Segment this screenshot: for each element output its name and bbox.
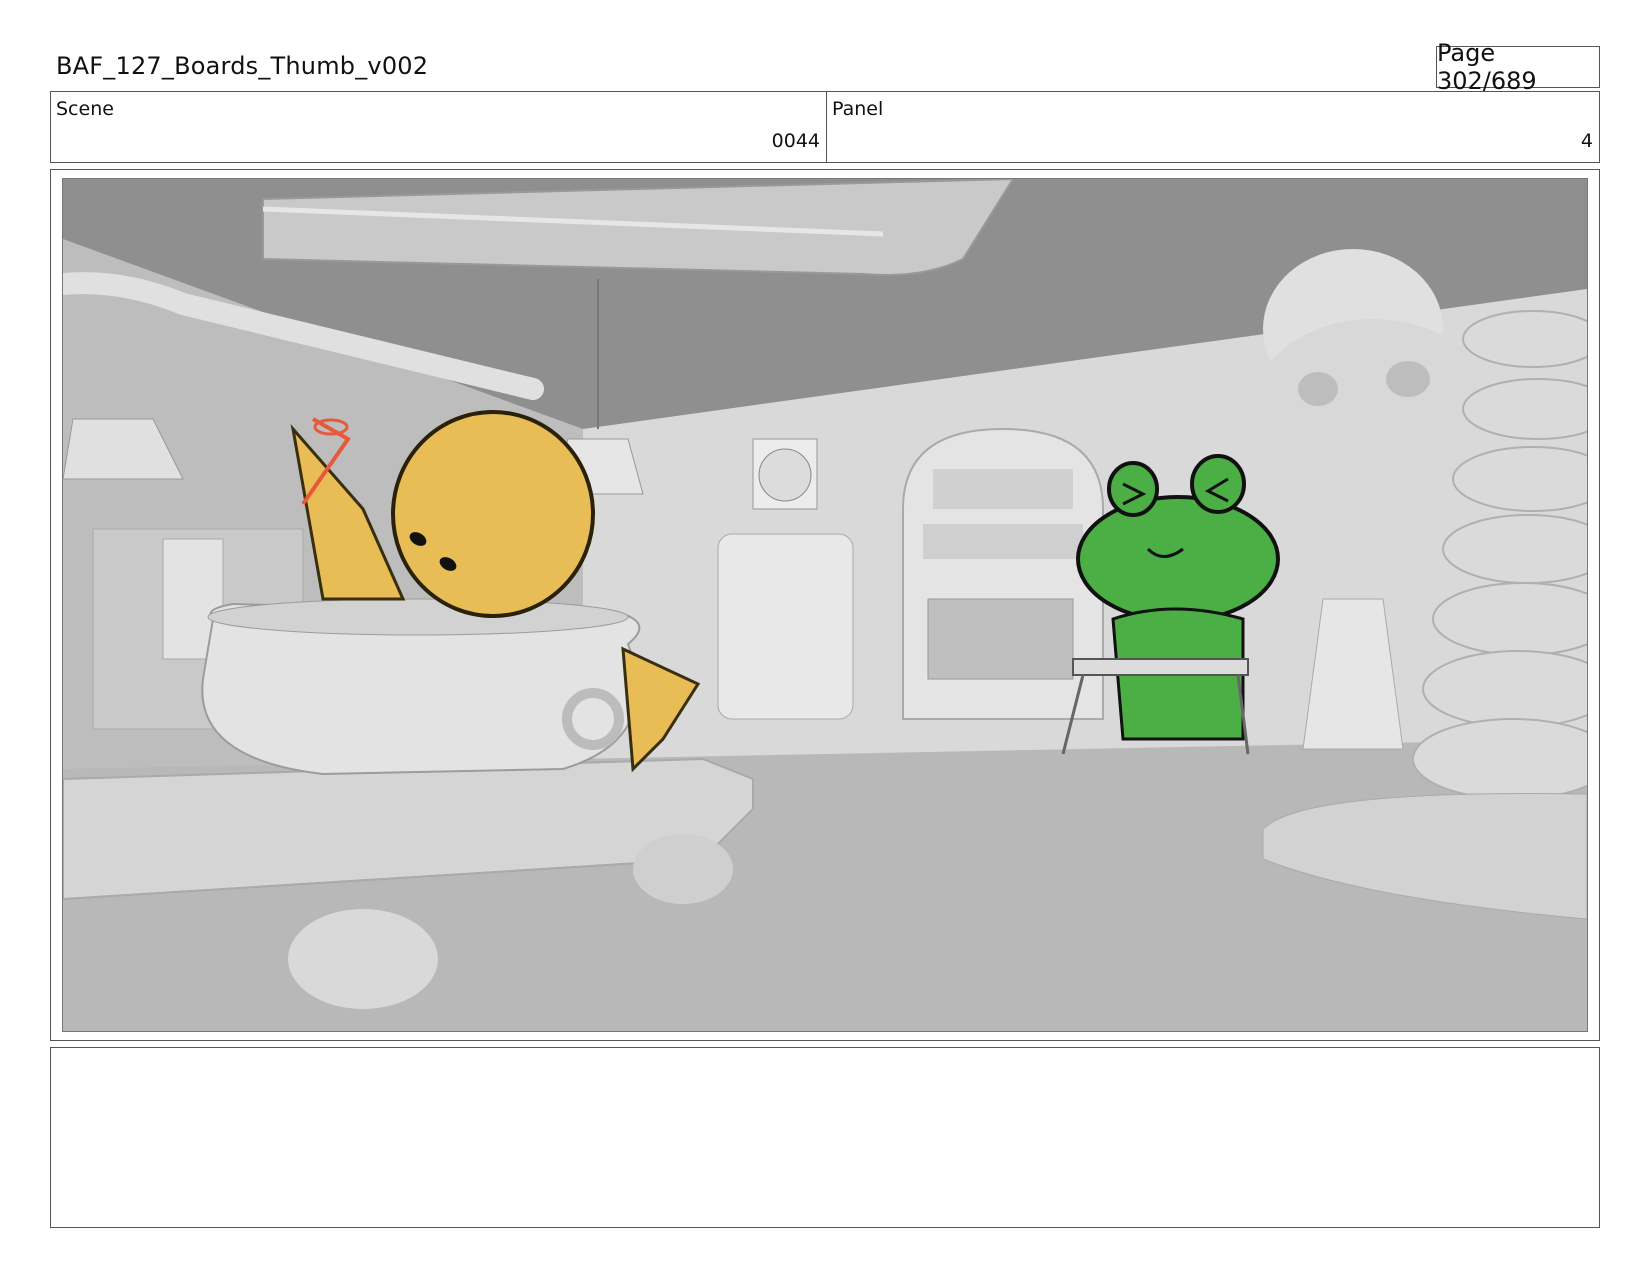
panel-cell: Panel 4	[827, 92, 1599, 162]
panel-label: Panel	[832, 98, 884, 120]
books-top	[933, 469, 1073, 509]
info-row: Scene 0044 Panel 4	[50, 91, 1600, 163]
document-title: BAF_127_Boards_Thumb_v002	[56, 52, 429, 80]
scene-label: Scene	[56, 98, 114, 120]
frog-head	[1076, 495, 1280, 623]
oven	[927, 598, 1074, 680]
panel-value: 4	[1580, 130, 1593, 152]
panel-frame	[50, 169, 1600, 1041]
sculpture-eye-right	[1386, 361, 1430, 397]
storyboard-scene-drawing	[63, 179, 1587, 1031]
storyboard-image	[62, 178, 1588, 1032]
wall-fan	[758, 448, 812, 502]
cauldron-rim	[207, 598, 629, 636]
table-foot-right	[633, 834, 733, 904]
scene-cell: Scene 0044	[51, 92, 827, 162]
notes-box	[50, 1047, 1600, 1228]
table-foot	[288, 909, 438, 1009]
sculpture-eye-left	[1298, 372, 1338, 406]
books-middle	[923, 524, 1083, 559]
page-number: Page 302/689	[1436, 39, 1600, 95]
fridge	[717, 533, 854, 720]
scene-value: 0044	[771, 130, 820, 152]
keyboard	[1072, 658, 1249, 676]
yellow-character-head	[391, 410, 595, 618]
